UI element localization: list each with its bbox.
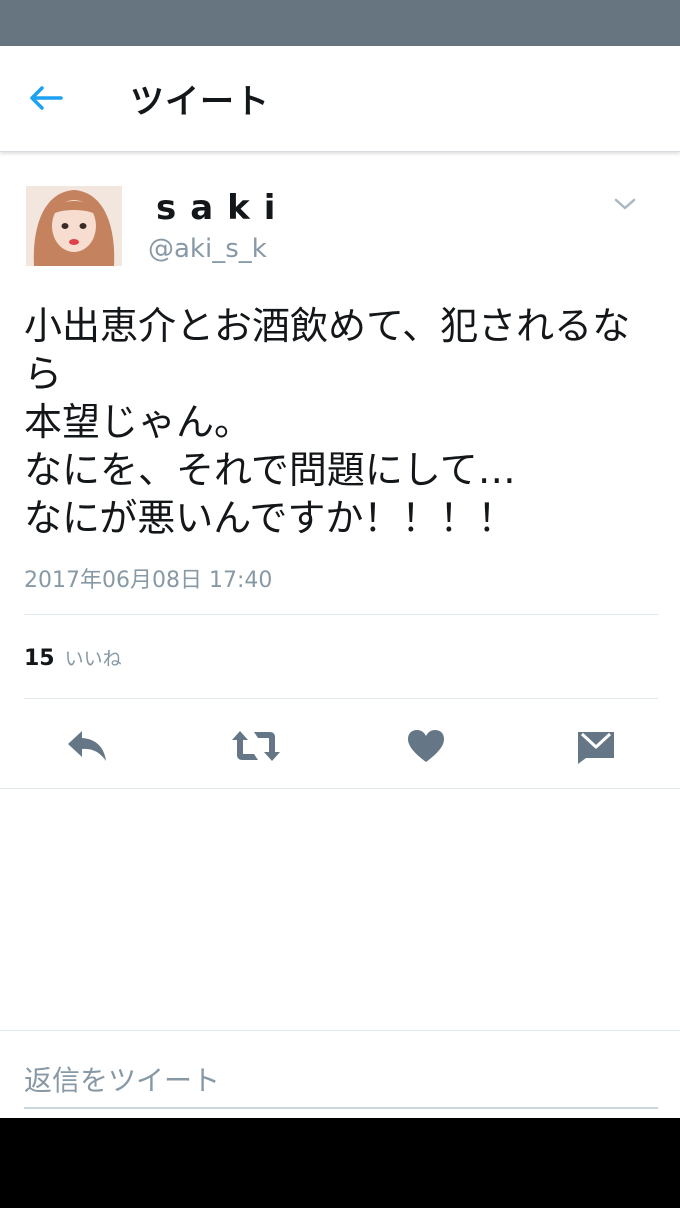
display-name[interactable]: saki xyxy=(156,188,289,228)
back-arrow-icon xyxy=(30,86,63,110)
chevron-down-icon xyxy=(614,198,636,210)
user-handle[interactable]: @aki_s_k xyxy=(148,234,267,264)
divider xyxy=(0,788,680,789)
back-button[interactable] xyxy=(22,78,68,118)
avatar[interactable] xyxy=(26,186,122,266)
envelope-icon xyxy=(578,732,614,764)
likes-stat[interactable]: 15 いいね xyxy=(24,644,122,671)
reply-input-placeholder: 返信をツイート xyxy=(24,1064,221,1097)
system-nav-bar xyxy=(0,1118,680,1208)
tweet-options-button[interactable] xyxy=(610,192,640,216)
app-bar: ツイート xyxy=(0,46,680,152)
likes-count: 15 xyxy=(24,646,55,671)
reply-button[interactable] xyxy=(56,724,116,768)
status-bar xyxy=(0,0,680,46)
divider xyxy=(24,698,658,699)
direct-message-button[interactable] xyxy=(566,724,626,768)
heart-icon xyxy=(408,730,444,762)
like-button[interactable] xyxy=(396,724,456,768)
reply-composer[interactable]: 返信をツイート xyxy=(0,1030,680,1118)
likes-label: いいね xyxy=(64,648,122,670)
retweet-button[interactable] xyxy=(226,724,286,768)
reply-input-underline xyxy=(24,1107,658,1109)
page-title: ツイート xyxy=(130,82,270,122)
divider xyxy=(24,614,658,615)
tweet-timestamp: 2017年06月08日 17:40 xyxy=(24,568,273,593)
tweet-text: 小出恵介とお酒飲めて、犯されるなら 本望じゃん。 なにを、それで問題にして… な… xyxy=(24,304,631,540)
reply-icon xyxy=(68,731,106,761)
retweet-icon xyxy=(232,731,280,761)
